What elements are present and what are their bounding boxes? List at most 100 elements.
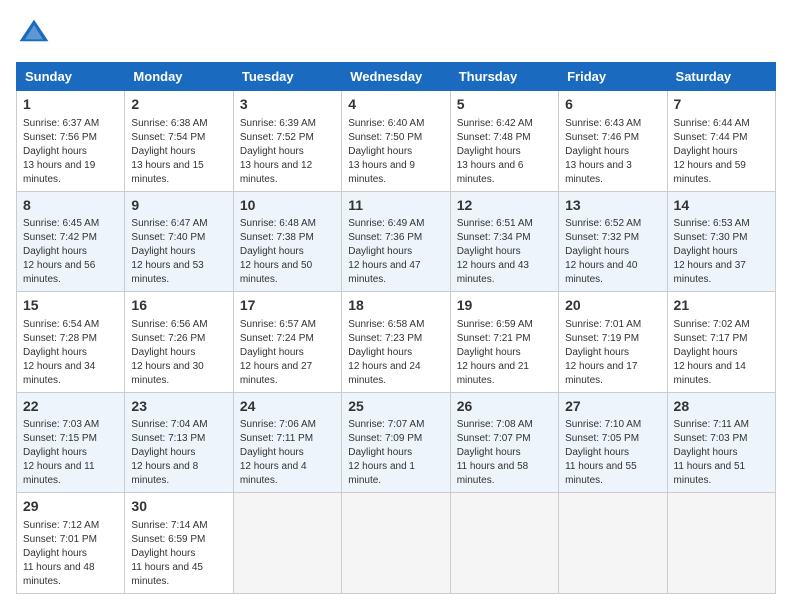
day-info: Sunrise: 6:58 AM Sunset: 7:23 PM Dayligh…: [348, 318, 443, 388]
day-number: 11: [348, 196, 443, 216]
calendar-cell: [233, 493, 341, 594]
day-info: Sunrise: 7:07 AM Sunset: 7:09 PM Dayligh…: [348, 418, 443, 488]
day-info: Sunrise: 6:40 AM Sunset: 7:50 PM Dayligh…: [348, 117, 443, 187]
calendar-week-4: 22 Sunrise: 7:03 AM Sunset: 7:15 PM Dayl…: [17, 392, 776, 493]
calendar-cell: 25 Sunrise: 7:07 AM Sunset: 7:09 PM Dayl…: [342, 392, 450, 493]
weekday-header-saturday: Saturday: [667, 63, 775, 91]
day-number: 21: [674, 296, 769, 316]
calendar-cell: 8 Sunrise: 6:45 AM Sunset: 7:42 PM Dayli…: [17, 191, 125, 292]
calendar-week-2: 8 Sunrise: 6:45 AM Sunset: 7:42 PM Dayli…: [17, 191, 776, 292]
day-number: 6: [565, 95, 660, 115]
calendar-cell: 11 Sunrise: 6:49 AM Sunset: 7:36 PM Dayl…: [342, 191, 450, 292]
day-number: 9: [131, 196, 226, 216]
calendar-cell: 13 Sunrise: 6:52 AM Sunset: 7:32 PM Dayl…: [559, 191, 667, 292]
day-number: 30: [131, 497, 226, 517]
day-number: 26: [457, 397, 552, 417]
calendar-cell: 14 Sunrise: 6:53 AM Sunset: 7:30 PM Dayl…: [667, 191, 775, 292]
calendar-cell: 30 Sunrise: 7:14 AM Sunset: 6:59 PM Dayl…: [125, 493, 233, 594]
calendar-cell: 1 Sunrise: 6:37 AM Sunset: 7:56 PM Dayli…: [17, 91, 125, 192]
calendar-table: SundayMondayTuesdayWednesdayThursdayFrid…: [16, 62, 776, 594]
day-info: Sunrise: 7:02 AM Sunset: 7:17 PM Dayligh…: [674, 318, 769, 388]
day-info: Sunrise: 6:43 AM Sunset: 7:46 PM Dayligh…: [565, 117, 660, 187]
calendar-cell: 19 Sunrise: 6:59 AM Sunset: 7:21 PM Dayl…: [450, 292, 558, 393]
calendar-cell: 17 Sunrise: 6:57 AM Sunset: 7:24 PM Dayl…: [233, 292, 341, 393]
calendar-cell: 7 Sunrise: 6:44 AM Sunset: 7:44 PM Dayli…: [667, 91, 775, 192]
day-info: Sunrise: 6:49 AM Sunset: 7:36 PM Dayligh…: [348, 217, 443, 287]
calendar-cell: 23 Sunrise: 7:04 AM Sunset: 7:13 PM Dayl…: [125, 392, 233, 493]
calendar-cell: 20 Sunrise: 7:01 AM Sunset: 7:19 PM Dayl…: [559, 292, 667, 393]
day-info: Sunrise: 7:04 AM Sunset: 7:13 PM Dayligh…: [131, 418, 226, 488]
calendar-cell: 9 Sunrise: 6:47 AM Sunset: 7:40 PM Dayli…: [125, 191, 233, 292]
day-number: 18: [348, 296, 443, 316]
calendar-cell: 3 Sunrise: 6:39 AM Sunset: 7:52 PM Dayli…: [233, 91, 341, 192]
calendar-cell: 29 Sunrise: 7:12 AM Sunset: 7:01 PM Dayl…: [17, 493, 125, 594]
logo: [16, 16, 56, 52]
calendar-week-5: 29 Sunrise: 7:12 AM Sunset: 7:01 PM Dayl…: [17, 493, 776, 594]
calendar-cell: [342, 493, 450, 594]
day-number: 29: [23, 497, 118, 517]
day-info: Sunrise: 6:57 AM Sunset: 7:24 PM Dayligh…: [240, 318, 335, 388]
day-info: Sunrise: 6:44 AM Sunset: 7:44 PM Dayligh…: [674, 117, 769, 187]
calendar-cell: 28 Sunrise: 7:11 AM Sunset: 7:03 PM Dayl…: [667, 392, 775, 493]
day-number: 7: [674, 95, 769, 115]
calendar-cell: 4 Sunrise: 6:40 AM Sunset: 7:50 PM Dayli…: [342, 91, 450, 192]
day-info: Sunrise: 6:47 AM Sunset: 7:40 PM Dayligh…: [131, 217, 226, 287]
day-info: Sunrise: 6:42 AM Sunset: 7:48 PM Dayligh…: [457, 117, 552, 187]
calendar-cell: 6 Sunrise: 6:43 AM Sunset: 7:46 PM Dayli…: [559, 91, 667, 192]
calendar-cell: 5 Sunrise: 6:42 AM Sunset: 7:48 PM Dayli…: [450, 91, 558, 192]
day-number: 17: [240, 296, 335, 316]
weekday-header-wednesday: Wednesday: [342, 63, 450, 91]
day-number: 27: [565, 397, 660, 417]
day-info: Sunrise: 7:10 AM Sunset: 7:05 PM Dayligh…: [565, 418, 660, 488]
calendar-cell: 10 Sunrise: 6:48 AM Sunset: 7:38 PM Dayl…: [233, 191, 341, 292]
day-info: Sunrise: 6:59 AM Sunset: 7:21 PM Dayligh…: [457, 318, 552, 388]
calendar-cell: 21 Sunrise: 7:02 AM Sunset: 7:17 PM Dayl…: [667, 292, 775, 393]
day-number: 24: [240, 397, 335, 417]
day-info: Sunrise: 7:14 AM Sunset: 6:59 PM Dayligh…: [131, 519, 226, 589]
day-info: Sunrise: 6:45 AM Sunset: 7:42 PM Dayligh…: [23, 217, 118, 287]
day-number: 19: [457, 296, 552, 316]
day-number: 16: [131, 296, 226, 316]
calendar-cell: 12 Sunrise: 6:51 AM Sunset: 7:34 PM Dayl…: [450, 191, 558, 292]
day-number: 10: [240, 196, 335, 216]
calendar-cell: 18 Sunrise: 6:58 AM Sunset: 7:23 PM Dayl…: [342, 292, 450, 393]
day-number: 13: [565, 196, 660, 216]
calendar-cell: 26 Sunrise: 7:08 AM Sunset: 7:07 PM Dayl…: [450, 392, 558, 493]
logo-icon: [16, 16, 52, 52]
day-number: 4: [348, 95, 443, 115]
day-info: Sunrise: 7:11 AM Sunset: 7:03 PM Dayligh…: [674, 418, 769, 488]
day-number: 8: [23, 196, 118, 216]
weekday-header-monday: Monday: [125, 63, 233, 91]
calendar-cell: 2 Sunrise: 6:38 AM Sunset: 7:54 PM Dayli…: [125, 91, 233, 192]
day-number: 1: [23, 95, 118, 115]
day-number: 15: [23, 296, 118, 316]
day-info: Sunrise: 6:37 AM Sunset: 7:56 PM Dayligh…: [23, 117, 118, 187]
weekday-header-friday: Friday: [559, 63, 667, 91]
day-info: Sunrise: 6:53 AM Sunset: 7:30 PM Dayligh…: [674, 217, 769, 287]
calendar-cell: [667, 493, 775, 594]
calendar-week-3: 15 Sunrise: 6:54 AM Sunset: 7:28 PM Dayl…: [17, 292, 776, 393]
day-number: 28: [674, 397, 769, 417]
weekday-header-thursday: Thursday: [450, 63, 558, 91]
calendar-header-row: SundayMondayTuesdayWednesdayThursdayFrid…: [17, 63, 776, 91]
calendar-cell: 15 Sunrise: 6:54 AM Sunset: 7:28 PM Dayl…: [17, 292, 125, 393]
day-info: Sunrise: 6:56 AM Sunset: 7:26 PM Dayligh…: [131, 318, 226, 388]
day-info: Sunrise: 6:52 AM Sunset: 7:32 PM Dayligh…: [565, 217, 660, 287]
day-info: Sunrise: 6:54 AM Sunset: 7:28 PM Dayligh…: [23, 318, 118, 388]
day-info: Sunrise: 6:48 AM Sunset: 7:38 PM Dayligh…: [240, 217, 335, 287]
day-info: Sunrise: 6:39 AM Sunset: 7:52 PM Dayligh…: [240, 117, 335, 187]
calendar-week-1: 1 Sunrise: 6:37 AM Sunset: 7:56 PM Dayli…: [17, 91, 776, 192]
weekday-header-tuesday: Tuesday: [233, 63, 341, 91]
day-number: 20: [565, 296, 660, 316]
calendar-cell: [559, 493, 667, 594]
day-info: Sunrise: 7:12 AM Sunset: 7:01 PM Dayligh…: [23, 519, 118, 589]
calendar-cell: 27 Sunrise: 7:10 AM Sunset: 7:05 PM Dayl…: [559, 392, 667, 493]
day-number: 3: [240, 95, 335, 115]
day-number: 12: [457, 196, 552, 216]
day-number: 5: [457, 95, 552, 115]
day-info: Sunrise: 6:51 AM Sunset: 7:34 PM Dayligh…: [457, 217, 552, 287]
calendar-cell: 16 Sunrise: 6:56 AM Sunset: 7:26 PM Dayl…: [125, 292, 233, 393]
day-number: 23: [131, 397, 226, 417]
calendar-cell: [450, 493, 558, 594]
day-info: Sunrise: 7:03 AM Sunset: 7:15 PM Dayligh…: [23, 418, 118, 488]
